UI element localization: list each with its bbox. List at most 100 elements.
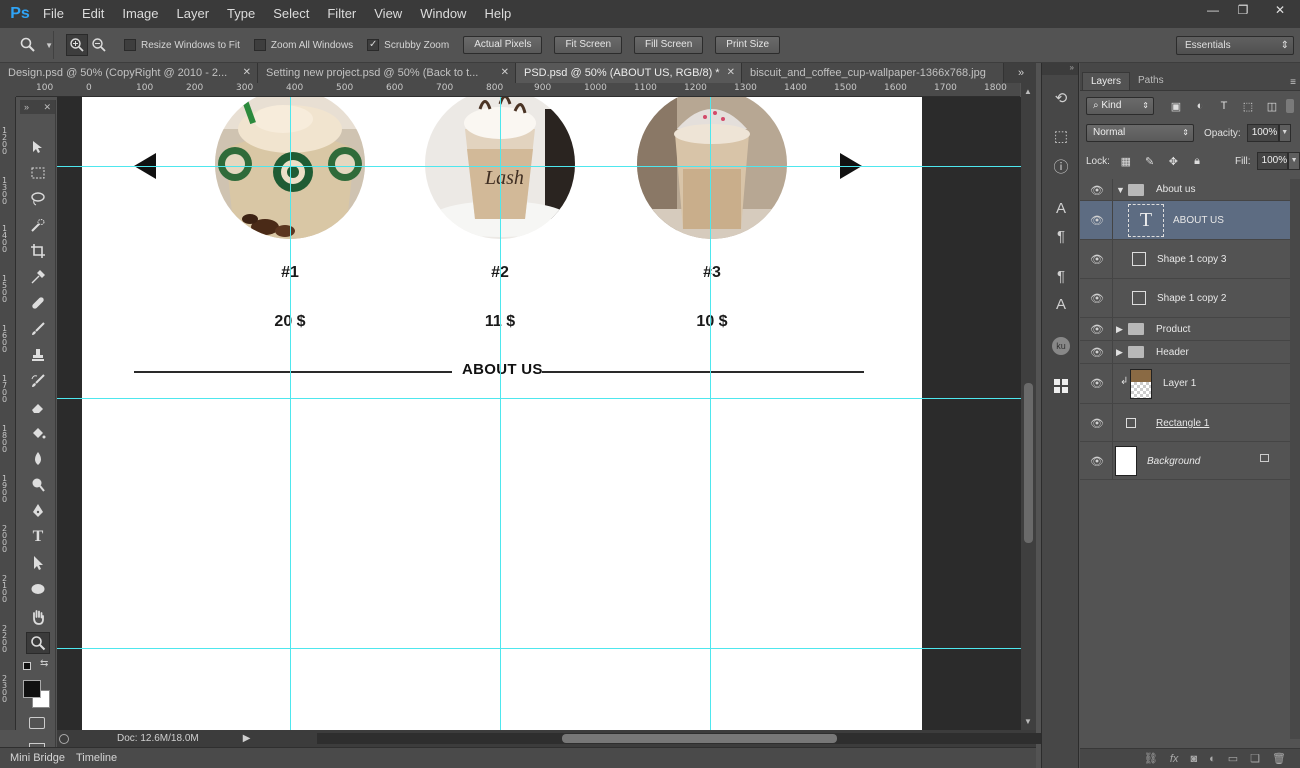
- kuler-panel-icon[interactable]: ku: [1050, 335, 1072, 357]
- quick-mask-icon[interactable]: [29, 717, 45, 729]
- paragraph-styles-icon[interactable]: A: [1050, 293, 1072, 315]
- history-brush-tool[interactable]: [26, 370, 50, 392]
- new-layer-icon[interactable]: ❏: [1250, 752, 1260, 765]
- type-tool[interactable]: T: [26, 526, 50, 548]
- type-filter-icon[interactable]: T: [1216, 99, 1232, 113]
- hand-tool[interactable]: [26, 606, 50, 628]
- vertical-scrollbar[interactable]: ▲ ▼: [1021, 83, 1036, 730]
- workspace-select[interactable]: Essentials ⇕: [1176, 36, 1294, 55]
- layer-style-icon[interactable]: fx: [1170, 753, 1179, 765]
- shape-filter-icon[interactable]: ⬚: [1240, 99, 1256, 113]
- marquee-tool[interactable]: [26, 162, 50, 184]
- swap-colors-icon[interactable]: ⇆: [40, 658, 48, 669]
- menu-view[interactable]: View: [365, 0, 411, 28]
- tab-mini-bridge[interactable]: Mini Bridge: [0, 748, 66, 768]
- lock-image-icon[interactable]: ✎: [1142, 154, 1158, 168]
- blend-mode-select[interactable]: Normal ⇕: [1086, 124, 1194, 142]
- character-panel-icon[interactable]: A: [1050, 197, 1072, 219]
- horizontal-guide[interactable]: [57, 648, 1022, 649]
- close-icon[interactable]: ✕: [43, 100, 51, 114]
- menu-window[interactable]: Window: [411, 0, 475, 28]
- adjustment-filter-icon[interactable]: ◐: [1192, 99, 1208, 113]
- layer-row[interactable]: 👁︎ Background: [1080, 442, 1290, 480]
- document-canvas[interactable]: #1 20 $ Lash #2 11 $ #3 10 $ ABOUT US: [82, 97, 922, 730]
- eye-icon[interactable]: 👁︎: [1090, 214, 1104, 227]
- default-colors-icon[interactable]: [23, 662, 31, 670]
- close-icon[interactable]: ✕: [727, 63, 735, 83]
- zoom-tool[interactable]: [26, 632, 50, 654]
- layer-row[interactable]: 👁︎ ▶ Product: [1080, 318, 1290, 341]
- vertical-guide[interactable]: [500, 97, 501, 730]
- layers-scrollbar[interactable]: [1290, 179, 1300, 739]
- opacity-dropdown-icon[interactable]: ▼: [1278, 124, 1291, 142]
- close-icon[interactable]: ✕: [501, 63, 509, 83]
- more-tabs-icon[interactable]: »: [1006, 63, 1036, 83]
- move-tool[interactable]: [26, 136, 50, 158]
- expand-icon[interactable]: »: [24, 100, 29, 114]
- horizontal-scrollbar[interactable]: [317, 733, 1077, 744]
- fill-screen-button[interactable]: Fill Screen: [634, 36, 704, 54]
- fit-screen-button[interactable]: Fit Screen: [554, 36, 623, 54]
- foreground-color-swatch[interactable]: [23, 680, 41, 698]
- menu-help[interactable]: Help: [475, 0, 520, 28]
- status-menu-arrow-icon[interactable]: ▶: [243, 733, 251, 744]
- tab-paths[interactable]: Paths: [1130, 72, 1172, 90]
- adjustment-layer-icon[interactable]: ◐: [1209, 753, 1216, 765]
- tab-biscuit-wallpaper[interactable]: biscuit_and_coffee_cup-wallpaper-1366x76…: [742, 63, 1004, 83]
- menu-filter[interactable]: Filter: [318, 0, 365, 28]
- eye-icon[interactable]: 👁︎: [1090, 253, 1104, 266]
- path-selection-tool[interactable]: [26, 552, 50, 574]
- collapsed-arrow-icon[interactable]: ▶: [1116, 324, 1123, 335]
- layer-row[interactable]: 👁︎ ▶ Header: [1080, 341, 1290, 364]
- filter-toggle[interactable]: [1286, 99, 1294, 113]
- pixel-filter-icon[interactable]: ▣: [1168, 99, 1184, 113]
- link-layers-icon[interactable]: ⛓︎: [1144, 752, 1158, 765]
- resize-windows-checkbox[interactable]: [124, 39, 136, 51]
- fill-input[interactable]: 100%: [1256, 152, 1289, 170]
- menu-layer[interactable]: Layer: [168, 0, 219, 28]
- eyedropper-tool[interactable]: [26, 266, 50, 288]
- zoom-in-button[interactable]: [66, 34, 88, 56]
- smart-object-filter-icon[interactable]: ◫: [1264, 99, 1280, 113]
- resize-windows-option[interactable]: Resize Windows to Fit: [124, 39, 240, 51]
- scrubby-zoom-option[interactable]: ✓ Scrubby Zoom: [367, 39, 449, 51]
- character-styles-icon[interactable]: ¶: [1050, 265, 1072, 287]
- fill-dropdown-icon[interactable]: ▼: [1288, 152, 1300, 170]
- collapsed-arrow-icon[interactable]: ▶: [1116, 347, 1123, 358]
- filter-kind-select[interactable]: ⌕ Kind ⇕: [1086, 97, 1154, 115]
- brush-tool[interactable]: [26, 318, 50, 340]
- vertical-guide[interactable]: [290, 97, 291, 730]
- scrollbar-thumb[interactable]: [1024, 383, 1033, 543]
- tab-psd[interactable]: PSD.psd @ 50% (ABOUT US, RGB/8) * ✕: [516, 63, 742, 83]
- scroll-up-icon[interactable]: ▲: [1024, 87, 1032, 96]
- eraser-tool[interactable]: [26, 396, 50, 418]
- eye-icon[interactable]: 👁︎: [1090, 377, 1104, 390]
- opacity-input[interactable]: 100%: [1246, 124, 1279, 142]
- eye-icon[interactable]: 👁︎: [1090, 417, 1104, 430]
- horizontal-guide[interactable]: [57, 398, 1022, 399]
- tab-setting-new-project[interactable]: Setting new project.psd @ 50% (Back to t…: [258, 63, 516, 83]
- menu-file[interactable]: File: [34, 0, 73, 28]
- healing-brush-tool[interactable]: [26, 292, 50, 314]
- layer-row[interactable]: 👁︎ ▼ About us: [1080, 179, 1290, 201]
- panel-menu-icon[interactable]: ≡: [1290, 77, 1296, 88]
- trash-icon[interactable]: 🗑︎: [1272, 752, 1286, 765]
- zoom-all-checkbox[interactable]: [253, 39, 266, 51]
- layer-row[interactable]: 👁︎ Rectangle 1: [1080, 404, 1290, 442]
- tab-design[interactable]: Design.psd @ 50% (CopyRight @ 2010 - 2..…: [0, 63, 258, 83]
- blur-tool[interactable]: [26, 448, 50, 470]
- zoom-all-option[interactable]: Zoom All Windows: [253, 39, 353, 51]
- quick-selection-tool[interactable]: [26, 214, 50, 236]
- scroll-down-icon[interactable]: ▼: [1024, 717, 1032, 726]
- crop-tool[interactable]: [26, 240, 50, 262]
- scrollbar-thumb[interactable]: [562, 734, 837, 743]
- layer-row[interactable]: 👁︎ Shape 1 copy 2: [1080, 279, 1290, 318]
- info-panel-icon[interactable]: ⓘ: [1050, 155, 1072, 177]
- tab-layers[interactable]: Layers: [1082, 72, 1131, 90]
- layer-row[interactable]: 👁︎ ↲ Layer 1: [1080, 364, 1290, 404]
- minimize-button[interactable]: —: [1200, 0, 1226, 20]
- eye-icon[interactable]: 👁︎: [1090, 184, 1104, 197]
- menu-type[interactable]: Type: [218, 0, 264, 28]
- zoom-out-button[interactable]: [88, 34, 110, 56]
- lock-transparent-icon[interactable]: ▦: [1118, 154, 1134, 168]
